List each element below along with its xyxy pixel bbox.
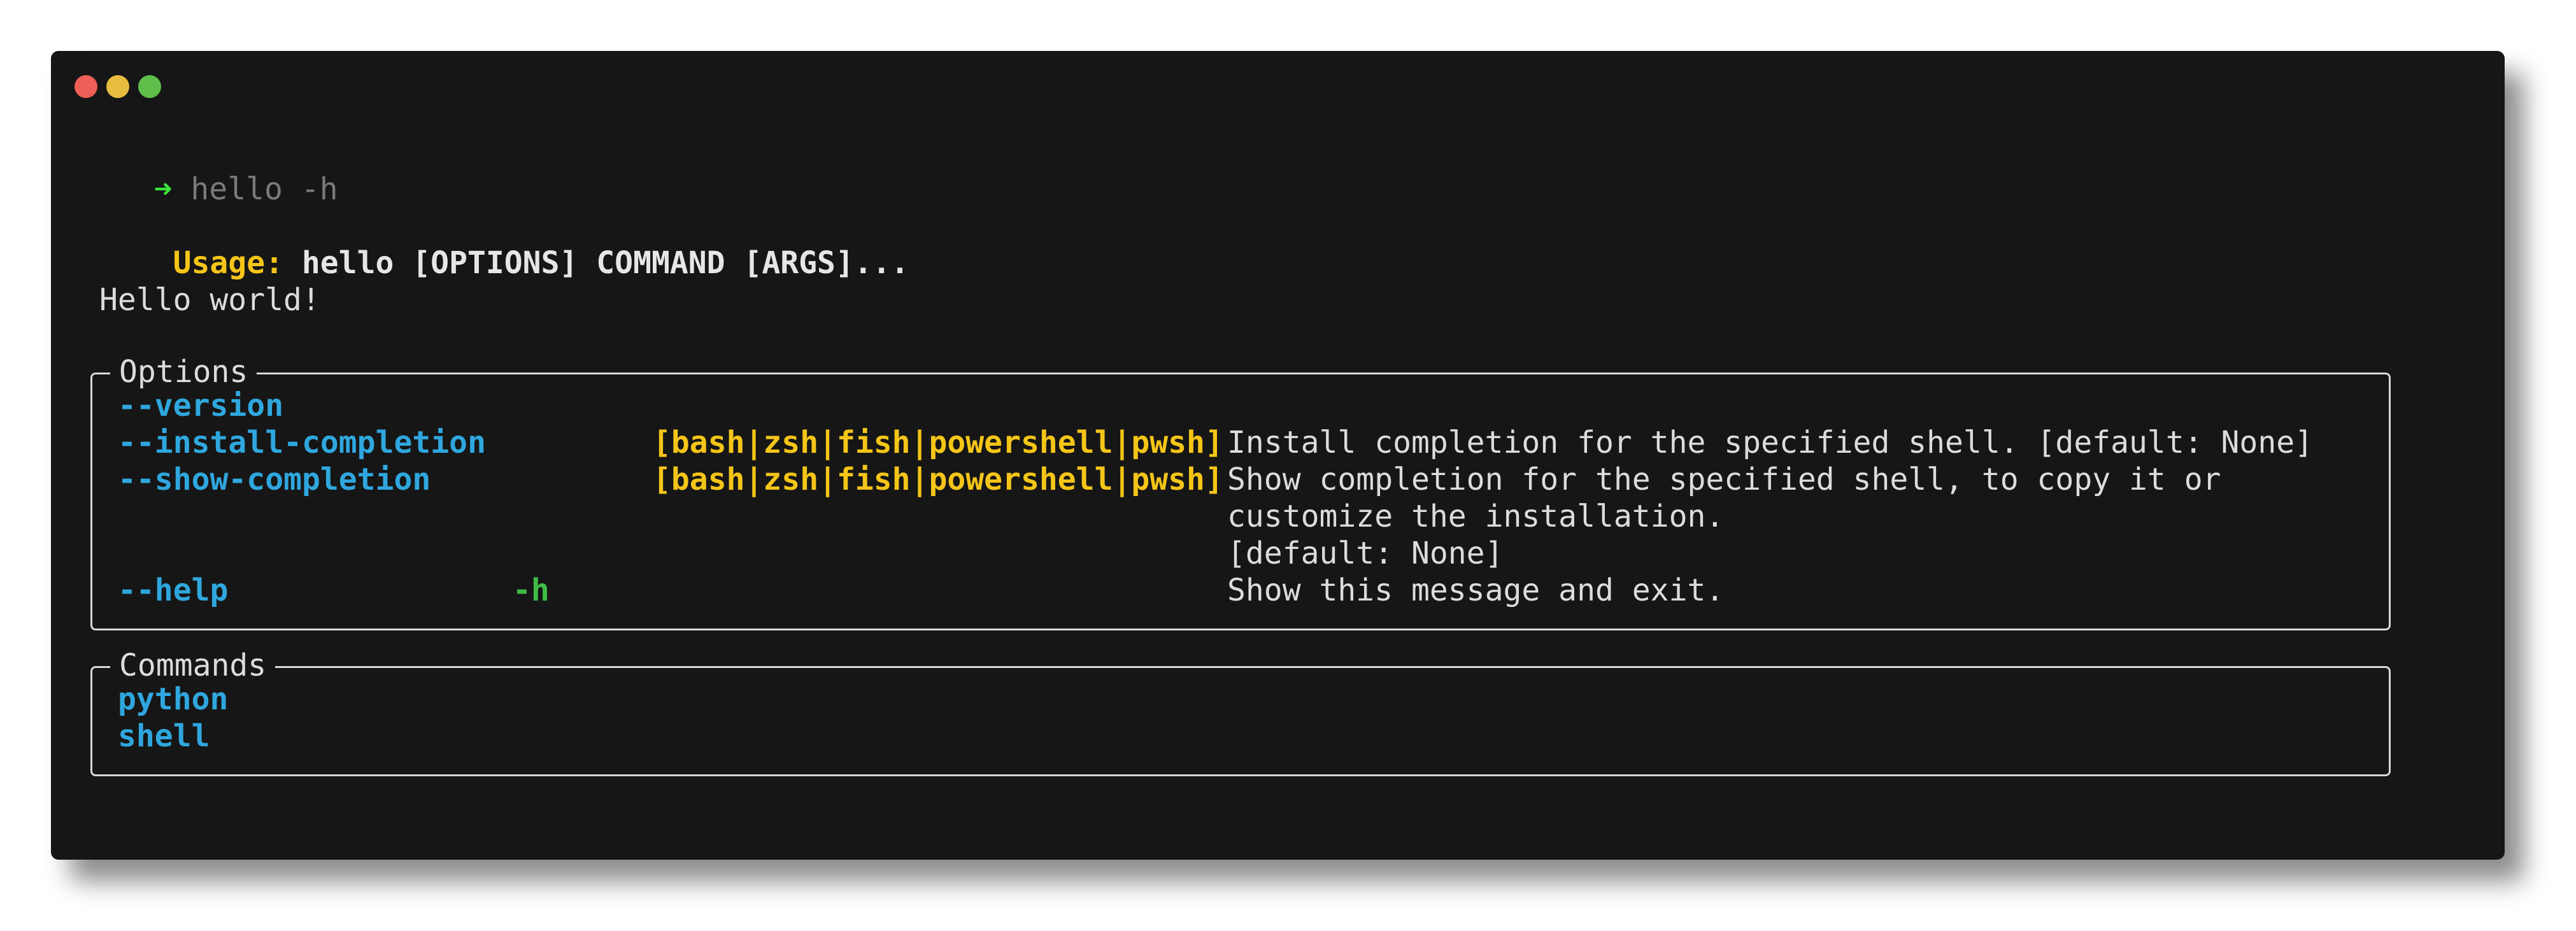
command-shell: shell: [118, 718, 210, 754]
usage-text: hello [OPTIONS] COMMAND [ARGS]...: [301, 245, 909, 281]
option-install-completion-desc: Install completion for the specified she…: [1227, 425, 2314, 460]
option-show-completion-type: [bash|zsh|fish|powershell|pwsh]: [653, 462, 1223, 497]
option-install-completion-type: [bash|zsh|fish|powershell|pwsh]: [653, 425, 1223, 460]
option-install-completion: --install-completion: [118, 425, 486, 460]
app-description: Hello world!: [99, 282, 320, 318]
option-show-completion: --show-completion: [118, 462, 431, 497]
option-show-completion-desc-line2: customize the installation.: [1227, 499, 1725, 534]
command-python: python: [118, 681, 229, 717]
commands-panel: Commands python shell: [90, 647, 2391, 776]
option-help-short: -h: [513, 572, 550, 608]
options-panel: Options --version --install-completion […: [90, 353, 2391, 630]
option-show-completion-desc-line3: [default: None]: [1227, 536, 1504, 571]
option-show-completion-desc: Show completion for the specified shell,…: [1227, 462, 2221, 497]
option-help-desc: Show this message and exit.: [1227, 572, 1725, 608]
close-window-button[interactable]: [75, 75, 97, 98]
usage-label: Usage:: [173, 245, 283, 281]
minimize-window-button[interactable]: [106, 75, 129, 98]
options-panel-title: Options: [110, 353, 257, 390]
maximize-window-button[interactable]: [138, 75, 161, 98]
prompt-command: hello -h: [190, 171, 338, 207]
commands-panel-title: Commands: [110, 647, 276, 684]
terminal-window: ➜ hello -h Usage: hello [OPTIONS] COMMAN…: [51, 51, 2505, 860]
option-help: --help: [118, 572, 229, 608]
option-version: --version: [118, 388, 284, 423]
prompt-arrow-icon: ➜: [153, 171, 173, 207]
